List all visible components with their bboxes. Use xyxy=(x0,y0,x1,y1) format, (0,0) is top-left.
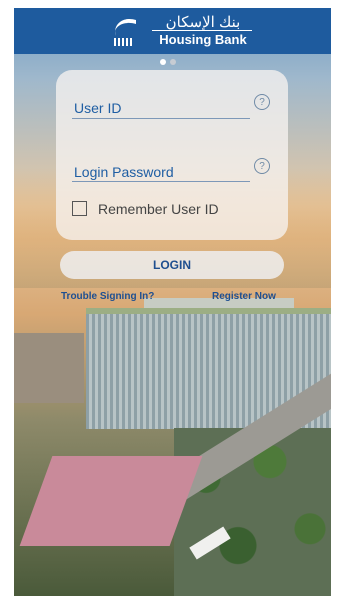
password-help-icon[interactable]: ? xyxy=(254,158,270,174)
user-id-underline xyxy=(72,118,250,119)
remember-user-checkbox[interactable] xyxy=(72,201,87,216)
password-underline xyxy=(72,181,250,182)
app-header: بنك الإسكان Housing Bank xyxy=(14,8,331,54)
page-indicator xyxy=(160,59,176,65)
trouble-signing-in-link[interactable]: Trouble Signing In? xyxy=(61,291,154,302)
housing-bank-logo-icon xyxy=(114,18,136,46)
register-now-link[interactable]: Register Now xyxy=(212,291,276,302)
brand-name-arabic: بنك الإسكان xyxy=(165,14,241,31)
brand-name-english: Housing Bank xyxy=(159,32,247,47)
password-field[interactable]: Login Password xyxy=(74,164,174,180)
app-screen: بنك الإسكان Housing Bank User ID ? Login… xyxy=(14,8,331,596)
remember-user-label[interactable]: Remember User ID xyxy=(98,201,219,217)
page-dot-active[interactable] xyxy=(160,59,166,65)
page-dot[interactable] xyxy=(170,59,176,65)
background-building-left xyxy=(14,333,84,403)
user-id-help-icon[interactable]: ? xyxy=(254,94,270,110)
login-button[interactable]: LOGIN xyxy=(60,251,284,279)
user-id-field[interactable]: User ID xyxy=(74,100,121,116)
brand-divider xyxy=(152,30,252,31)
